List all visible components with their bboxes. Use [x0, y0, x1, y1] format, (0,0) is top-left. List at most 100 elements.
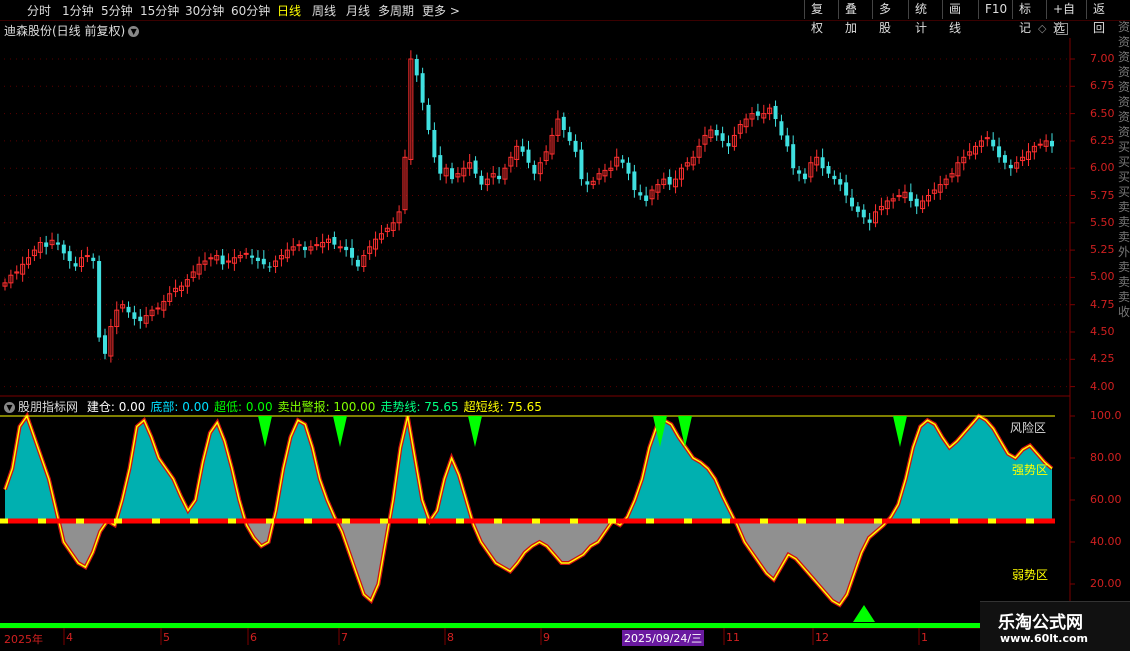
candle-body	[573, 140, 578, 152]
indicator-item-0: 建仓: 0.00	[86, 400, 146, 414]
indicator-item-2: 超低: 0.00	[214, 400, 273, 414]
candle-body	[908, 192, 913, 201]
watermark-title: 乐淘公式网	[998, 613, 1083, 633]
candle-body	[450, 168, 455, 180]
price-tick-label: 6.50	[1090, 106, 1115, 120]
sell-alert-marker	[258, 416, 272, 447]
price-tick-label: 6.00	[1090, 161, 1115, 175]
price-tick-label: 6.75	[1090, 79, 1115, 93]
candle-body	[579, 149, 584, 180]
candle-body	[473, 160, 478, 174]
sell-alert-marker	[468, 416, 482, 447]
candle-body	[585, 181, 590, 185]
candle-body	[561, 116, 566, 130]
date-tick-label: 5	[163, 631, 170, 644]
candle-body	[250, 255, 255, 258]
oscillator-chart	[0, 411, 1055, 628]
bottom-bar	[0, 623, 980, 628]
candle-body	[497, 175, 502, 180]
price-tick-label: 6.25	[1090, 133, 1115, 147]
candle-body	[755, 111, 760, 116]
candle-body	[997, 146, 1002, 158]
indicator-item-4: 走势线: 75.65	[380, 400, 459, 414]
price-chart[interactable]	[0, 0, 1130, 650]
candle-body	[420, 73, 425, 103]
price-tick-label: 5.50	[1090, 215, 1115, 229]
date-tick-label: 1	[921, 631, 928, 644]
candle-body	[91, 257, 96, 262]
indicator-tick-label: 80.00	[1090, 451, 1122, 464]
date-tick-label: 7	[341, 631, 348, 644]
candle-body	[567, 132, 572, 141]
right-sidebar-strip[interactable]: 资资资资资资资资买买买买卖卖卖外卖卖卖收	[1118, 20, 1130, 630]
sell-alert-marker	[893, 416, 907, 447]
indicator-tick-label: 60.00	[1090, 493, 1122, 506]
candle-body	[1050, 140, 1054, 147]
candle-body	[714, 129, 719, 136]
sell-alert-marker	[333, 416, 347, 447]
watermark-url: www.60lt.com	[1000, 632, 1089, 645]
price-tick-label: 4.00	[1090, 379, 1115, 393]
candle-body	[44, 242, 49, 247]
candle-body	[791, 144, 796, 169]
strong-zone-label: 强势区	[1012, 463, 1049, 477]
candle-body	[73, 263, 78, 267]
candle-body	[855, 206, 860, 212]
date-tick-label: 9	[543, 631, 550, 644]
candle-body	[850, 197, 855, 207]
indicator-tick-label: 20.00	[1090, 577, 1122, 590]
candle-body	[355, 259, 360, 267]
candle-body	[337, 246, 343, 249]
indicator-item-1: 底部: 0.00	[150, 400, 209, 414]
candle-body	[97, 261, 102, 338]
candle-body	[155, 307, 161, 310]
candle-body	[797, 170, 802, 174]
indicator-menu-icon[interactable]: ▼	[4, 402, 15, 413]
candle-body	[773, 105, 778, 120]
candle-body	[844, 182, 849, 196]
candle-body	[332, 236, 337, 245]
candle-body	[414, 59, 419, 76]
risk-zone-label: 风险区	[1010, 421, 1047, 435]
candle-body	[1002, 155, 1007, 163]
date-tick-label: 4	[66, 631, 73, 644]
indicator-tick-label: 100.0	[1090, 409, 1122, 422]
candle-body	[838, 179, 843, 185]
candle-body	[826, 166, 831, 174]
price-tick-label: 5.75	[1090, 188, 1115, 202]
candle-body	[1008, 164, 1013, 169]
date-tick-label: 12	[815, 631, 829, 644]
candle-body	[67, 251, 72, 262]
candle-body	[102, 335, 107, 354]
candle-body	[532, 164, 537, 174]
candle-body	[55, 242, 60, 245]
indicator-tick-label: 40.00	[1090, 535, 1122, 548]
candle-body	[255, 257, 260, 262]
indicator-legend: ▼ 股朋指标网 建仓: 0.00 底部: 0.00 超低: 0.00 卖出警报: 100…	[4, 398, 542, 415]
candle-body	[267, 266, 272, 268]
candle-body	[479, 175, 484, 185]
indicator-item-3: 卖出警报: 100.00	[277, 400, 376, 414]
candle-body	[726, 143, 731, 147]
candle-body	[243, 252, 249, 255]
candle-body	[667, 176, 672, 185]
candle-body	[638, 192, 643, 196]
candle-body	[84, 255, 90, 258]
watermark: 乐淘公式网 www.60lt.com	[980, 601, 1130, 651]
candle-body	[520, 146, 525, 152]
date-tick-label: 6	[250, 631, 257, 644]
candle-body	[61, 244, 66, 254]
candle-body	[914, 198, 919, 207]
candle-body	[426, 104, 431, 130]
indicator-item-5: 超短线: 75.65	[463, 400, 542, 414]
candle-body	[302, 246, 307, 251]
date-tick-label: 2025年	[4, 633, 43, 646]
selected-date-badge: 2025/09/24/三	[622, 630, 705, 646]
candle-body	[526, 149, 531, 163]
candle-body	[779, 121, 784, 136]
price-tick-label: 7.00	[1090, 52, 1115, 65]
price-tick-label: 4.75	[1090, 297, 1115, 311]
bottom-marker	[853, 605, 875, 622]
candle-body	[832, 175, 837, 180]
candle-body	[432, 129, 437, 158]
